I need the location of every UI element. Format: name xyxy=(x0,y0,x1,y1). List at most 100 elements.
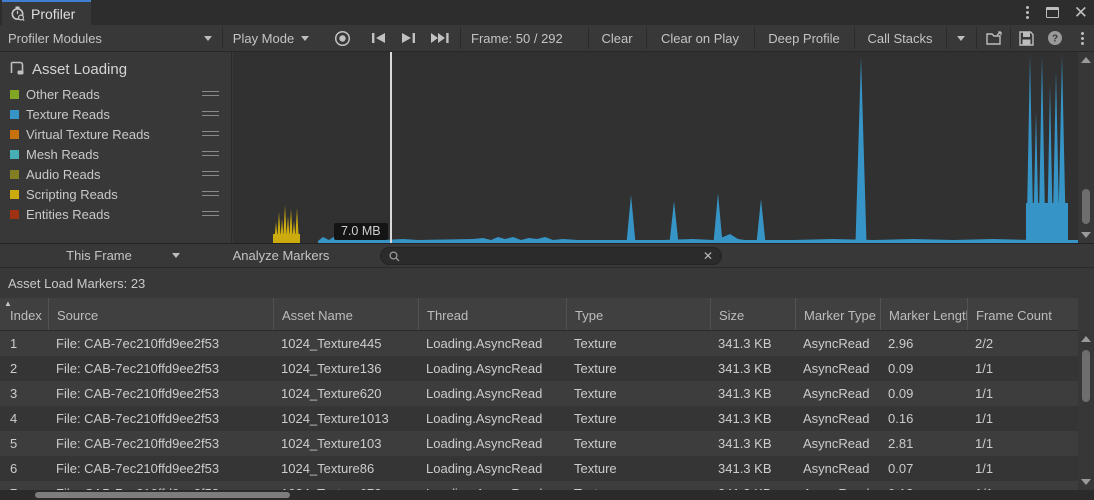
table-scrollbar-thumb[interactable] xyxy=(1082,350,1090,402)
legend-item-entities-reads[interactable]: Entities Reads xyxy=(0,204,231,224)
table-body: 1File: CAB-7ec210ffd9ee2f531024_Texture4… xyxy=(0,331,1078,490)
table-row[interactable]: 2File: CAB-7ec210ffd9ee2f531024_Texture1… xyxy=(0,356,1078,381)
legend-item-texture-reads[interactable]: Texture Reads xyxy=(0,104,231,124)
record-button[interactable] xyxy=(330,25,354,51)
cell-size: 341.3 KB xyxy=(710,431,795,456)
chart-module-area: Asset Loading Other ReadsTexture ReadsVi… xyxy=(0,52,1094,243)
first-frame-button[interactable] xyxy=(366,25,390,51)
call-stacks-label: Call Stacks xyxy=(867,31,932,46)
cell-index: 6 xyxy=(0,456,48,481)
table-vertical-scrollbar[interactable] xyxy=(1078,331,1094,490)
tab-title: Profiler xyxy=(31,6,75,22)
module-header[interactable]: Asset Loading xyxy=(0,52,231,80)
maximize-icon[interactable] xyxy=(1046,7,1059,18)
frame-mode-label: This Frame xyxy=(66,248,132,263)
close-icon[interactable]: ✕ xyxy=(1074,4,1088,21)
column-header-size[interactable]: Size xyxy=(710,298,795,330)
table-row[interactable]: 6File: CAB-7ec210ffd9ee2f531024_Texture8… xyxy=(0,456,1078,481)
column-header-thread[interactable]: Thread xyxy=(418,298,566,330)
profiler-stopwatch-icon xyxy=(10,6,25,21)
column-header-frame-count[interactable]: Frame Count xyxy=(967,298,1078,330)
selected-frame-line[interactable] xyxy=(390,52,392,243)
cell-index: 5 xyxy=(0,431,48,456)
cell-marker-type: AsyncRead xyxy=(795,456,880,481)
column-header-label: Marker Length xyxy=(889,308,967,323)
cell-thread: Loading.AsyncRead xyxy=(418,406,566,431)
save-floppy-icon xyxy=(1019,31,1034,46)
cell-index: 2 xyxy=(0,356,48,381)
module-title: Asset Loading xyxy=(32,61,127,78)
legend-item-audio-reads[interactable]: Audio Reads xyxy=(0,164,231,184)
horizontal-scrollbar-thumb[interactable] xyxy=(35,492,290,498)
cell-marker-length: 0.09 xyxy=(880,381,967,406)
load-profile-button[interactable] xyxy=(980,25,1010,51)
column-header-label: Type xyxy=(575,308,603,323)
tab-profiler[interactable]: Profiler xyxy=(2,0,91,25)
module-sidebar: Asset Loading Other ReadsTexture ReadsVi… xyxy=(0,52,232,243)
next-frame-button[interactable] xyxy=(396,25,420,51)
horizontal-scrollbar[interactable] xyxy=(0,490,1094,500)
column-header-label: Asset Name xyxy=(282,308,353,323)
cell-marker-type: AsyncRead xyxy=(795,406,880,431)
clear-search-icon[interactable]: ✕ xyxy=(703,250,713,262)
legend-item-virtual-texture-reads[interactable]: Virtual Texture Reads xyxy=(0,124,231,144)
drag-handle-icon[interactable] xyxy=(202,211,219,216)
drag-handle-icon[interactable] xyxy=(202,191,219,196)
cell-marker-length: 0.16 xyxy=(880,406,967,431)
drag-handle-icon[interactable] xyxy=(202,131,219,136)
asset-loading-chart[interactable]: 7.0 MB xyxy=(233,52,1078,243)
scroll-down-icon[interactable] xyxy=(1078,475,1094,489)
table-row[interactable]: 7File: CAB-7ec210ffd9ee2f531024_Texture6… xyxy=(0,481,1078,490)
scroll-down-icon[interactable] xyxy=(1078,228,1094,242)
cell-size: 341.3 KB xyxy=(710,356,795,381)
column-header-index[interactable]: ▲Index xyxy=(0,298,48,330)
cell-marker-length: 0.09 xyxy=(880,356,967,381)
scroll-up-icon[interactable] xyxy=(1078,332,1094,346)
call-stacks-button[interactable]: Call Stacks xyxy=(854,25,946,51)
scroll-up-icon[interactable] xyxy=(1078,53,1094,67)
legend-item-mesh-reads[interactable]: Mesh Reads xyxy=(0,144,231,164)
column-header-source[interactable]: Source xyxy=(48,298,273,330)
clear-on-play-button[interactable]: Clear on Play xyxy=(646,25,754,51)
drag-handle-icon[interactable] xyxy=(202,171,219,176)
table-row[interactable]: 3File: CAB-7ec210ffd9ee2f531024_Texture6… xyxy=(0,381,1078,406)
call-stacks-dropdown[interactable] xyxy=(946,25,976,51)
clear-button[interactable]: Clear xyxy=(588,25,646,51)
drag-handle-icon[interactable] xyxy=(202,91,219,96)
deep-profile-button[interactable]: Deep Profile xyxy=(754,25,854,51)
cell-thread: Loading.AsyncRead xyxy=(418,331,566,356)
cell-source: File: CAB-7ec210ffd9ee2f53 xyxy=(48,456,273,481)
clear-label: Clear xyxy=(601,31,632,46)
cell-source: File: CAB-7ec210ffd9ee2f53 xyxy=(48,356,273,381)
table-row[interactable]: 4File: CAB-7ec210ffd9ee2f531024_Texture1… xyxy=(0,406,1078,431)
search-input[interactable] xyxy=(406,249,703,263)
drag-handle-icon[interactable] xyxy=(202,151,219,156)
profiler-window: Profiler ✕ Profiler Modules Play Mode xyxy=(0,0,1094,500)
cell-marker-length: 0.07 xyxy=(880,456,967,481)
chart-vertical-scrollbar[interactable] xyxy=(1078,52,1094,243)
profiler-modules-dropdown[interactable]: Profiler Modules xyxy=(0,25,222,51)
table-row[interactable]: 5File: CAB-7ec210ffd9ee2f531024_Texture1… xyxy=(0,431,1078,456)
frame-mode-dropdown[interactable]: This Frame xyxy=(0,244,190,267)
help-button[interactable]: ? xyxy=(1042,25,1068,51)
play-mode-dropdown[interactable]: Play Mode xyxy=(228,25,314,51)
cell-size: 341.3 KB xyxy=(710,381,795,406)
drag-handle-icon[interactable] xyxy=(202,111,219,116)
current-frame-button[interactable] xyxy=(426,25,454,51)
chart-scrollbar-thumb[interactable] xyxy=(1082,189,1090,224)
legend-label: Mesh Reads xyxy=(26,147,99,162)
window-menu-icon[interactable] xyxy=(1024,4,1031,21)
toolbar-menu-icon[interactable] xyxy=(1072,25,1092,51)
column-header-type[interactable]: Type xyxy=(566,298,710,330)
legend-item-other-reads[interactable]: Other Reads xyxy=(0,84,231,104)
column-header-label: Thread xyxy=(427,308,468,323)
column-header-marker-length[interactable]: Marker Length xyxy=(880,298,967,330)
table-row[interactable]: 1File: CAB-7ec210ffd9ee2f531024_Texture4… xyxy=(0,331,1078,356)
column-header-marker-type[interactable]: Marker Type xyxy=(795,298,880,330)
analyze-markers-button[interactable]: Analyze Markers xyxy=(190,244,372,267)
column-header-asset-name[interactable]: Asset Name xyxy=(273,298,418,330)
search-field[interactable]: ✕ xyxy=(380,247,722,265)
cell-type: Texture xyxy=(566,481,710,490)
legend-item-scripting-reads[interactable]: Scripting Reads xyxy=(0,184,231,204)
save-profile-button[interactable] xyxy=(1012,25,1040,51)
